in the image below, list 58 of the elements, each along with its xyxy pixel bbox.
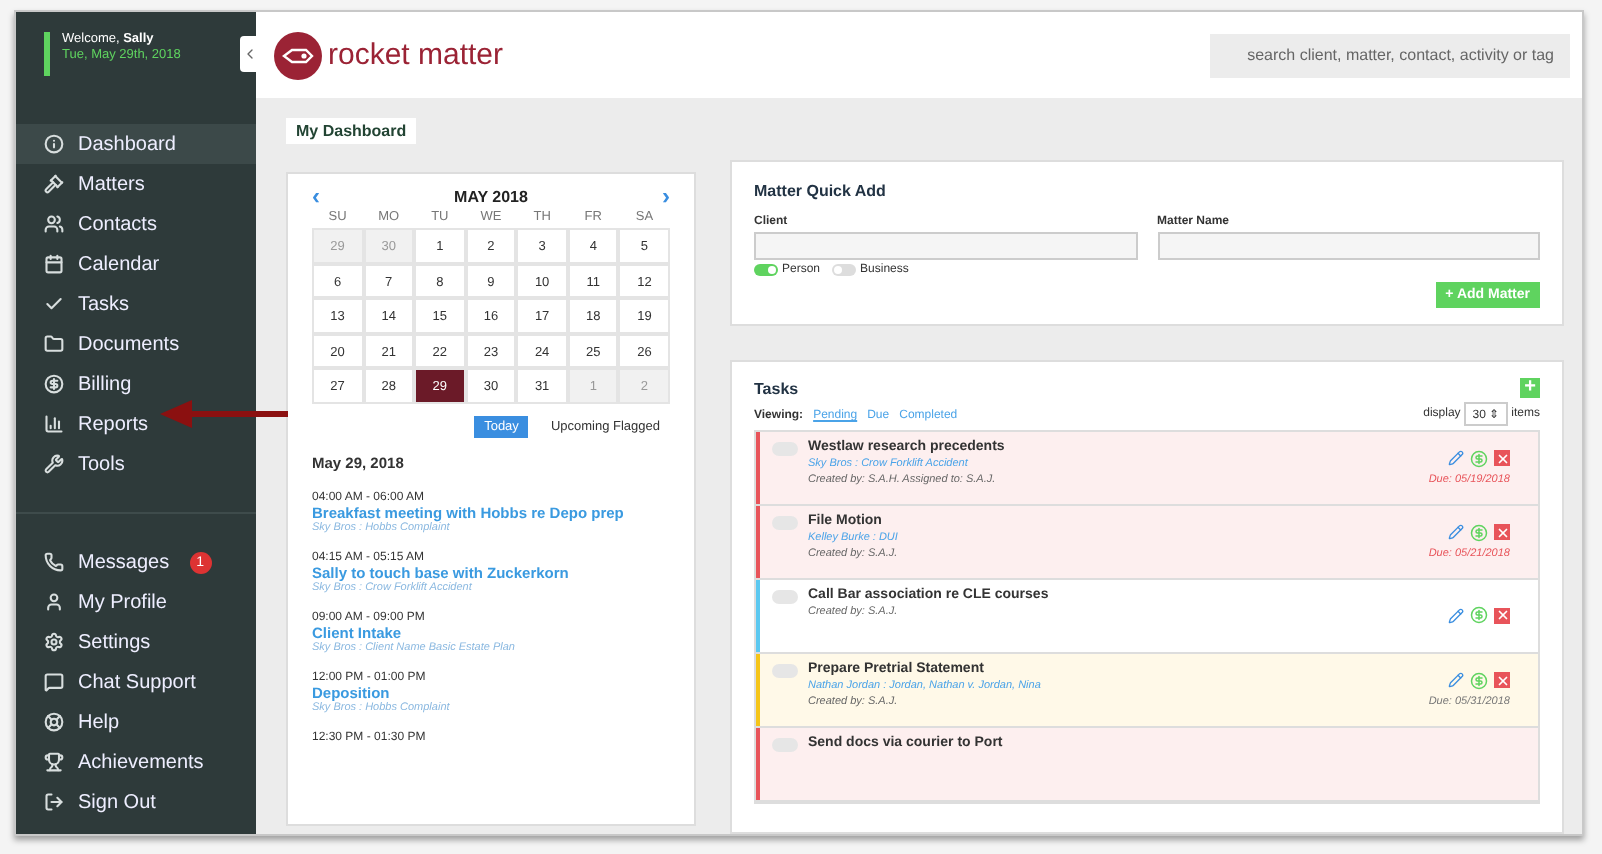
delete-icon[interactable] bbox=[1494, 672, 1510, 688]
sidebar-item[interactable]: Reports bbox=[16, 404, 155, 444]
chat-bubble-icon bbox=[44, 672, 64, 692]
month-title: MAY 2018 bbox=[454, 187, 528, 205]
dollar-icon[interactable] bbox=[1470, 523, 1488, 541]
sidebar-item[interactable]: Sign Out bbox=[16, 782, 162, 822]
toggle-switch[interactable] bbox=[754, 264, 778, 276]
sidebar-item[interactable]: My Profile bbox=[16, 582, 173, 622]
sidebar-item[interactable]: Tools bbox=[16, 444, 131, 484]
dollar-icon[interactable] bbox=[1470, 606, 1488, 624]
sidebar-item[interactable]: Dashboard bbox=[16, 124, 256, 164]
sidebar-item[interactable]: Calendar bbox=[16, 244, 166, 284]
page-tab[interactable]: My Dashboard bbox=[286, 118, 417, 144]
delete-icon[interactable] bbox=[1494, 450, 1510, 466]
delete-icon[interactable] bbox=[1494, 524, 1510, 540]
checkmark-icon bbox=[44, 294, 64, 314]
dollar-icon[interactable] bbox=[1470, 671, 1488, 689]
search-field[interactable]: search client, matter, contact, activity or tag bbox=[1210, 33, 1570, 77]
settings-icon bbox=[44, 632, 64, 652]
sidebar-item[interactable]: Billing bbox=[16, 364, 138, 404]
edit-icon[interactable] bbox=[1448, 672, 1464, 688]
lifebuoy-icon bbox=[44, 712, 64, 732]
user-icon bbox=[44, 592, 64, 612]
sidebar-item[interactable]: Tasks bbox=[16, 284, 136, 324]
phone-icon bbox=[44, 552, 64, 572]
edit-icon[interactable] bbox=[1448, 450, 1464, 466]
delete-icon[interactable] bbox=[1494, 607, 1510, 623]
card-title: Matter Quick Add bbox=[754, 182, 888, 200]
dollar-icon bbox=[44, 374, 64, 394]
client-input-field[interactable] bbox=[754, 232, 1137, 260]
dollar-icon[interactable] bbox=[1470, 449, 1488, 467]
logo-text: rocket matter bbox=[328, 38, 504, 72]
sidebar-item[interactable]: Help bbox=[16, 702, 126, 742]
calendar-icon bbox=[44, 254, 64, 274]
edit-icon[interactable] bbox=[1448, 524, 1464, 540]
sidebar-item[interactable]: Achievements bbox=[16, 742, 210, 782]
info-icon bbox=[44, 134, 64, 154]
folder-icon bbox=[44, 334, 64, 354]
toggle-switch[interactable] bbox=[832, 264, 857, 276]
sidebar-item[interactable]: Documents bbox=[16, 324, 186, 364]
task-toggle[interactable] bbox=[772, 664, 798, 678]
trophy-icon bbox=[44, 752, 64, 772]
sidebar-item[interactable]: Chat Support bbox=[16, 662, 202, 702]
task-toggle[interactable] bbox=[772, 590, 798, 604]
arrow-drawing bbox=[160, 398, 288, 430]
sidebar-item[interactable]: Matters bbox=[16, 164, 151, 204]
edit-icon[interactable] bbox=[1448, 607, 1464, 623]
bar-chart-icon bbox=[44, 414, 64, 434]
card-title: Tasks bbox=[754, 379, 799, 397]
people-icon bbox=[44, 214, 64, 234]
sidebar-item[interactable]: Contacts bbox=[16, 204, 163, 244]
sidebar-item[interactable]: Settings bbox=[16, 622, 157, 662]
sign-out-icon bbox=[44, 792, 64, 812]
status-bar-accent bbox=[44, 32, 50, 76]
matter-name-input-field[interactable] bbox=[1157, 232, 1540, 260]
gavel-icon bbox=[44, 174, 64, 194]
wrench-icon bbox=[44, 454, 64, 474]
collapse-button[interactable] bbox=[240, 36, 258, 72]
